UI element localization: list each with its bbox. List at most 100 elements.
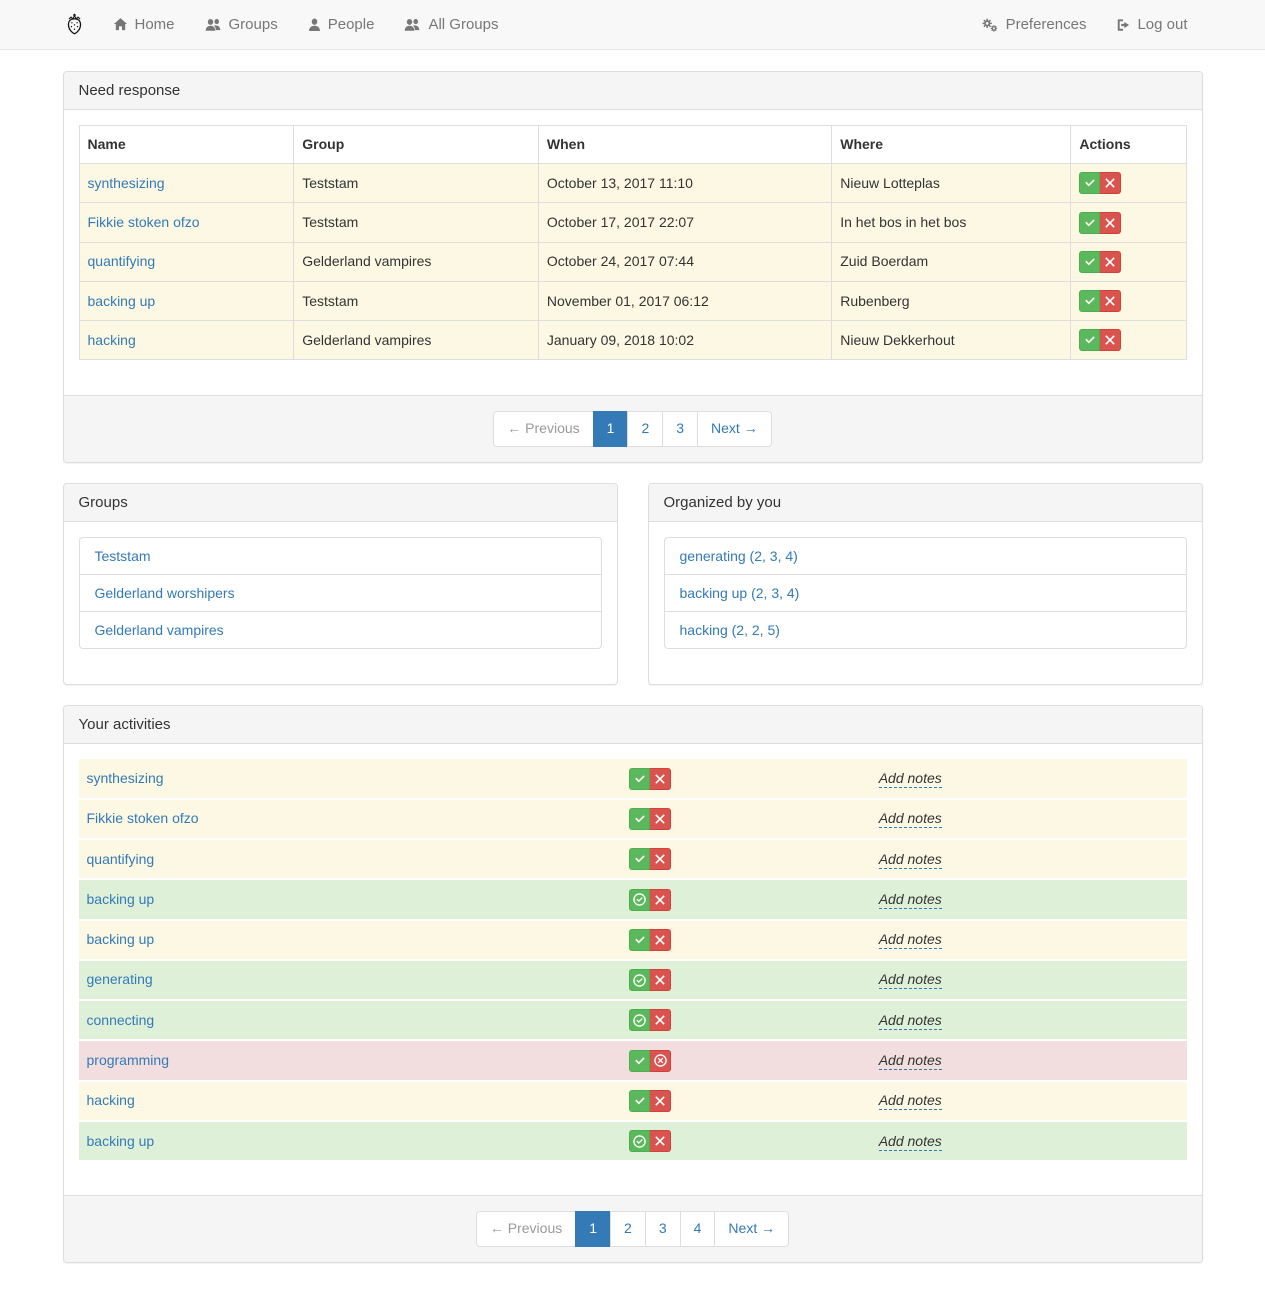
respond-no-button[interactable] xyxy=(1100,290,1121,312)
add-notes-link[interactable]: Add notes xyxy=(879,770,942,788)
pagination-previous[interactable]: ← Previous xyxy=(476,1211,576,1247)
respond-yes-button[interactable] xyxy=(1079,212,1100,234)
nav-item-people[interactable]: People xyxy=(293,0,390,49)
nav-item-preferences[interactable]: Preferences xyxy=(967,0,1102,49)
activity-link[interactable]: programming xyxy=(87,1052,169,1068)
respond-yes-button[interactable] xyxy=(629,889,650,911)
pagination-page-2[interactable]: 2 xyxy=(610,1211,646,1247)
activity-link[interactable]: synthesizing xyxy=(87,770,164,786)
respond-yes-button[interactable] xyxy=(1079,251,1100,273)
respond-no-button[interactable] xyxy=(650,929,671,951)
x-icon xyxy=(655,854,665,864)
add-notes-link[interactable]: Add notes xyxy=(879,1092,942,1110)
activity-link[interactable]: backing up xyxy=(87,1133,155,1149)
activity-link[interactable]: hacking xyxy=(88,332,136,348)
pagination-page-3[interactable]: 3 xyxy=(645,1211,681,1247)
add-notes-link[interactable]: Add notes xyxy=(879,1012,942,1030)
activity-link[interactable]: Fikkie stoken ofzo xyxy=(87,810,199,826)
activity-link[interactable]: connecting xyxy=(87,1012,155,1028)
respond-no-button[interactable] xyxy=(1100,212,1121,234)
check-circle-icon xyxy=(633,1135,646,1148)
respond-no-button[interactable] xyxy=(650,768,671,790)
respond-no-button[interactable] xyxy=(650,1050,671,1072)
table-row: quantifying Gelderland vampires October … xyxy=(79,242,1186,281)
activity-link[interactable]: quantifying xyxy=(87,851,155,867)
check-icon xyxy=(635,1056,645,1066)
check-icon xyxy=(1085,218,1095,228)
add-notes-link[interactable]: Add notes xyxy=(879,1052,942,1070)
pagination-page-2[interactable]: 2 xyxy=(627,411,663,447)
pagination-next[interactable]: Next → xyxy=(714,1211,789,1247)
respond-yes-button[interactable] xyxy=(1079,329,1100,351)
users-icon xyxy=(205,18,222,32)
user-icon xyxy=(308,18,321,32)
add-notes-link[interactable]: Add notes xyxy=(879,851,942,869)
response-buttons xyxy=(629,1050,671,1072)
add-notes-link[interactable]: Add notes xyxy=(879,931,942,949)
respond-yes-button[interactable] xyxy=(629,1050,650,1072)
brand-link[interactable] xyxy=(63,13,86,36)
respond-no-button[interactable] xyxy=(650,889,671,911)
respond-no-button[interactable] xyxy=(650,848,671,870)
response-buttons xyxy=(1079,290,1121,312)
respond-no-button[interactable] xyxy=(650,1130,671,1152)
respond-no-button[interactable] xyxy=(650,808,671,830)
organized-activity-link[interactable]: backing up (2, 3, 4) xyxy=(680,585,800,601)
activity-link[interactable]: backing up xyxy=(87,891,155,907)
respond-yes-button[interactable] xyxy=(629,1009,650,1031)
respond-no-button[interactable] xyxy=(1100,251,1121,273)
respond-yes-button[interactable] xyxy=(629,1090,650,1112)
nav-item-groups[interactable]: Groups xyxy=(190,0,293,49)
respond-yes-button[interactable] xyxy=(629,969,650,991)
pagination-page-4[interactable]: 4 xyxy=(680,1211,716,1247)
activity-link[interactable]: synthesizing xyxy=(88,175,165,191)
activity-link[interactable]: hacking xyxy=(87,1092,135,1108)
respond-yes-button[interactable] xyxy=(629,848,650,870)
list-item: Gelderland vampires xyxy=(79,611,602,649)
pagination-page-1[interactable]: 1 xyxy=(575,1211,611,1247)
organized-activity-link[interactable]: generating (2, 3, 4) xyxy=(680,548,798,564)
pagination-page-1[interactable]: 1 xyxy=(593,411,629,447)
respond-yes-button[interactable] xyxy=(629,768,650,790)
pagination-page-3[interactable]: 3 xyxy=(662,411,698,447)
respond-yes-button[interactable] xyxy=(629,808,650,830)
activity-link[interactable]: Fikkie stoken ofzo xyxy=(88,214,200,230)
nav-item-all-groups[interactable]: All Groups xyxy=(389,0,513,49)
group-link[interactable]: Gelderland worshipers xyxy=(95,585,235,601)
check-icon xyxy=(1085,296,1095,306)
list-item: Gelderland worshipers xyxy=(79,574,602,612)
activity-link[interactable]: quantifying xyxy=(88,253,156,269)
organized-activity-link[interactable]: hacking (2, 2, 5) xyxy=(680,622,780,638)
when-cell: October 24, 2017 07:44 xyxy=(538,242,831,281)
pagination: ← Previous 1 2 3 Next → xyxy=(493,411,771,447)
activity-link[interactable]: backing up xyxy=(88,293,156,309)
activity-row: synthesizing Add notes xyxy=(79,759,1187,798)
nav-item-home[interactable]: Home xyxy=(98,0,190,49)
table-header-row: Name Group When Where Actions xyxy=(79,126,1186,164)
respond-no-button[interactable] xyxy=(650,1009,671,1031)
respond-no-button[interactable] xyxy=(1100,329,1121,351)
add-notes-link[interactable]: Add notes xyxy=(879,1133,942,1151)
group-link[interactable]: Teststam xyxy=(95,548,151,564)
pagination-next[interactable]: Next → xyxy=(697,411,772,447)
x-icon xyxy=(655,895,665,905)
add-notes-link[interactable]: Add notes xyxy=(879,971,942,989)
respond-no-button[interactable] xyxy=(650,1090,671,1112)
respond-yes-button[interactable] xyxy=(629,929,650,951)
group-link[interactable]: Gelderland vampires xyxy=(95,622,224,638)
respond-yes-button[interactable] xyxy=(1079,172,1100,194)
pagination-previous[interactable]: ← Previous xyxy=(493,411,593,447)
logout-icon xyxy=(1116,18,1130,32)
add-notes-link[interactable]: Add notes xyxy=(879,810,942,828)
when-cell: October 17, 2017 22:07 xyxy=(538,203,831,242)
activity-link[interactable]: backing up xyxy=(87,931,155,947)
group-cell: Teststam xyxy=(294,164,539,203)
nav-item-log-out[interactable]: Log out xyxy=(1101,0,1202,49)
x-icon xyxy=(655,814,665,824)
respond-yes-button[interactable] xyxy=(1079,290,1100,312)
respond-no-button[interactable] xyxy=(1100,172,1121,194)
activity-link[interactable]: generating xyxy=(87,971,153,987)
add-notes-link[interactable]: Add notes xyxy=(879,891,942,909)
respond-no-button[interactable] xyxy=(650,969,671,991)
respond-yes-button[interactable] xyxy=(629,1130,650,1152)
